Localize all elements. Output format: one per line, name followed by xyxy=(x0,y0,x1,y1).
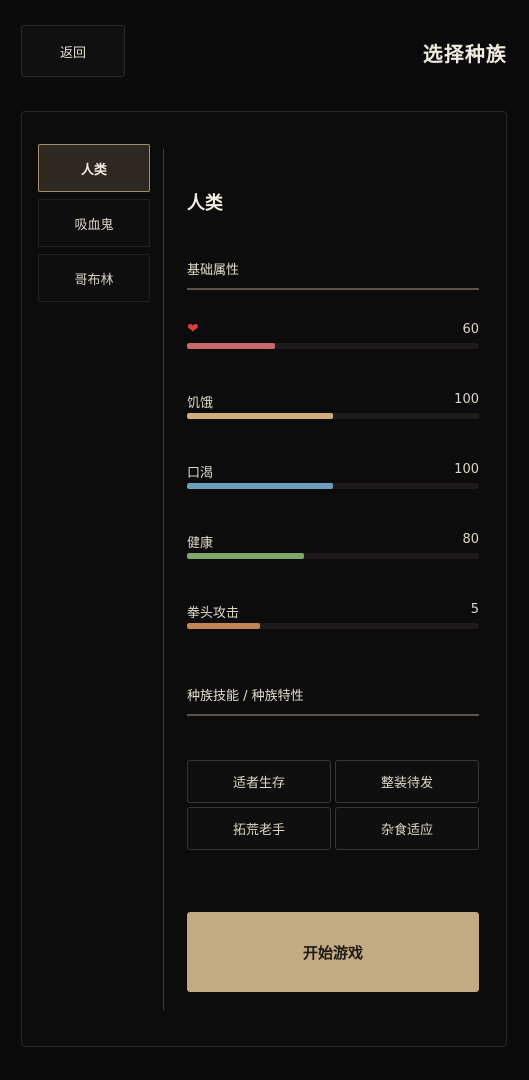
skill-button[interactable]: 适者生存 xyxy=(187,760,331,803)
skill-button[interactable]: 整装待发 xyxy=(335,760,479,803)
start-game-button[interactable]: 开始游戏 xyxy=(187,912,479,992)
stat-value: 5 xyxy=(470,602,479,617)
race-item-vampire[interactable]: 吸血鬼 xyxy=(38,199,150,247)
stat-label: 健康 xyxy=(187,536,214,551)
stat-hunger: 饥饿 100 xyxy=(187,392,479,422)
stat-track xyxy=(187,483,479,489)
stat-label: 饥饿 xyxy=(187,396,214,411)
stat-health-points: ❤ 60 xyxy=(187,322,479,352)
stat-track xyxy=(187,413,479,419)
stat-label: 拳头攻击 xyxy=(187,606,240,621)
stat-fist-attack: 拳头攻击 5 xyxy=(187,602,479,632)
race-selection-panel: 人类 吸血鬼 哥布林 人类 基础属性 ❤ 60 饥饿 100 口渴 100 健康… xyxy=(21,111,507,1047)
stat-fill xyxy=(187,343,275,349)
panel-divider xyxy=(163,149,164,1010)
stat-value: 60 xyxy=(462,322,479,337)
race-item-goblin[interactable]: 哥布林 xyxy=(38,254,150,302)
skill-button[interactable]: 杂食适应 xyxy=(335,807,479,850)
stat-track xyxy=(187,343,479,349)
stat-track xyxy=(187,623,479,629)
race-item-human[interactable]: 人类 xyxy=(38,144,150,192)
stat-value: 80 xyxy=(462,532,479,547)
stat-thirst: 口渴 100 xyxy=(187,462,479,492)
race-name: 人类 xyxy=(187,193,223,214)
stat-track xyxy=(187,553,479,559)
stat-fill xyxy=(187,483,333,489)
skill-button[interactable]: 拓荒老手 xyxy=(187,807,331,850)
stat-fill xyxy=(187,413,333,419)
page-title: 选择种族 xyxy=(423,42,507,66)
back-button[interactable]: 返回 xyxy=(21,25,125,77)
stat-fill xyxy=(187,553,304,559)
heart-icon: ❤ xyxy=(187,321,199,337)
race-list: 人类 吸血鬼 哥布林 xyxy=(38,144,150,309)
top-bar: 返回 选择种族 xyxy=(0,0,529,110)
stat-fill xyxy=(187,623,260,629)
stat-health: 健康 80 xyxy=(187,532,479,562)
skills-grid: 适者生存 整装待发 拓荒老手 杂食适应 xyxy=(187,760,479,850)
attributes-title: 基础属性 xyxy=(187,259,479,290)
stat-label: 口渴 xyxy=(187,466,214,481)
stat-value: 100 xyxy=(454,392,479,407)
stat-value: 100 xyxy=(454,462,479,477)
skills-title: 种族技能 / 种族特性 xyxy=(187,685,479,716)
